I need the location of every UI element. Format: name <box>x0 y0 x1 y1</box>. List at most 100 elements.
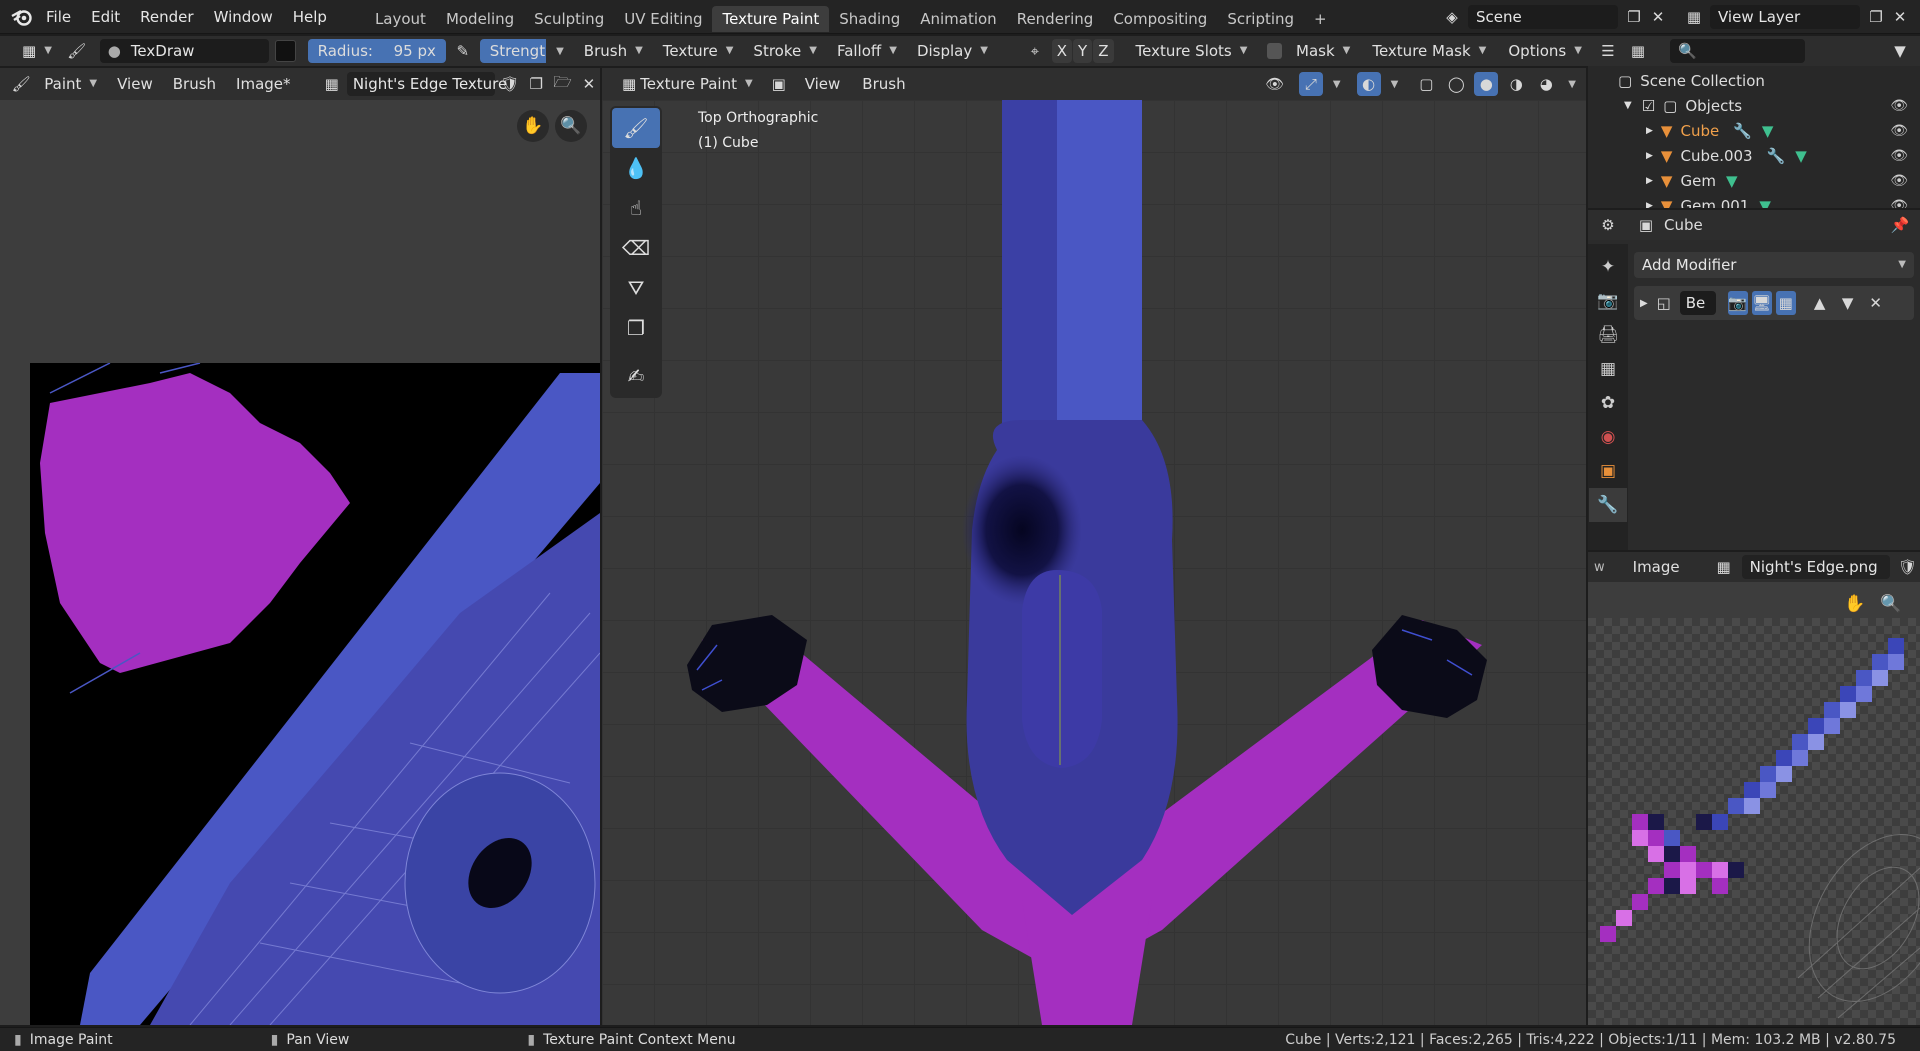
fake-user-icon[interactable]: 🛡 <box>499 72 521 96</box>
editor-type-button[interactable]: ▦ ▼ <box>14 39 60 63</box>
viewport[interactable]: ▦ Texture Paint ▼ ▣ View Brush 👁 ⤢ ▼ ◐ ▼ ▢… <box>602 68 1586 1025</box>
tab-uv-editing[interactable]: UV Editing <box>614 6 712 32</box>
expand-arrow-icon[interactable]: ▶ <box>1646 201 1653 209</box>
wrench-icon[interactable]: 🔧 <box>1589 488 1627 522</box>
chevron-down-icon[interactable]: ▼ <box>556 46 564 57</box>
eye-icon[interactable]: 👁 <box>1890 148 1908 164</box>
annotate-tool-icon[interactable]: ✍ <box>612 356 660 396</box>
pixel-sword-canvas[interactable] <box>1588 618 1920 1025</box>
mode-dropdown[interactable]: ▦ Texture Paint ▼ <box>614 72 761 96</box>
gizmo-icon[interactable]: ⤢ <box>1298 72 1323 96</box>
properties-editor-icon[interactable]: ⚙ <box>1596 213 1620 237</box>
pin-icon[interactable]: 📌 <box>1888 213 1912 237</box>
menu-view[interactable]: View <box>109 72 161 96</box>
display-mode-icon[interactable]: ▦ <box>1626 39 1650 63</box>
solid-shading-icon[interactable]: ● <box>1474 72 1499 96</box>
image-name-field[interactable]: Night's Edge Texture <box>346 72 507 96</box>
modifier-name-field[interactable]: Be <box>1679 291 1716 315</box>
menu-file[interactable]: File <box>36 0 81 34</box>
tab-compositing[interactable]: Compositing <box>1103 6 1217 32</box>
draw-tool-icon[interactable]: 🖌 <box>612 108 660 148</box>
hand-icon[interactable]: ✋ <box>1844 594 1865 614</box>
close-icon[interactable]: ✕ <box>1888 5 1912 29</box>
outliner-item-gem-001[interactable]: ▶ ▼ Gem.001 ▼ 👁 <box>1588 193 1920 209</box>
zoom-icon[interactable]: 🔍 <box>555 110 587 142</box>
tab-rendering[interactable]: Rendering <box>1007 6 1104 32</box>
blender-logo-icon[interactable] <box>8 5 36 29</box>
menu-image[interactable]: Image* <box>228 72 298 96</box>
open-image-icon[interactable]: 🗁 <box>551 72 573 96</box>
brush-name-field[interactable]: ● TexDraw <box>99 39 270 63</box>
paint-mask-icon[interactable]: ▣ <box>767 72 791 96</box>
move-down-icon[interactable]: ▼ <box>1836 291 1860 315</box>
filter-icon[interactable]: ▼ <box>1888 39 1912 63</box>
tree-row-scene-collection[interactable]: ▢ Scene Collection <box>1588 68 1920 93</box>
expand-arrow-icon[interactable]: ▶ <box>1646 126 1653 136</box>
output-tab-icon[interactable]: 🖨 <box>1589 318 1627 352</box>
overlay-icon[interactable]: ◐ <box>1356 72 1381 96</box>
outliner-item-cube[interactable]: ▶ ▼ Cube 🔧 ▼ 👁 <box>1588 118 1920 143</box>
eye-icon[interactable]: 👁 <box>1890 198 1908 209</box>
render-tab-icon[interactable]: 📷 <box>1589 284 1627 318</box>
outliner-item-cube-003[interactable]: ▶ ▼ Cube.003 🔧 ▼ 👁 <box>1588 143 1920 168</box>
menu-edit[interactable]: Edit <box>81 0 130 34</box>
menu-render[interactable]: Render <box>130 0 203 34</box>
add-workspace-button[interactable]: + <box>1304 6 1337 32</box>
texture-slots-dropdown[interactable]: Texture Slots ▼ <box>1128 39 1256 63</box>
world-tab-icon[interactable]: ◉ <box>1589 420 1627 454</box>
outliner-editor-icon[interactable]: ☰ <box>1596 39 1620 63</box>
close-icon[interactable]: ✕ <box>1646 5 1670 29</box>
move-up-icon[interactable]: ▲ <box>1808 291 1832 315</box>
scene-icon[interactable]: ◈ <box>1440 5 1464 29</box>
image-browse-icon[interactable]: ▦ <box>321 72 343 96</box>
view-layer-field[interactable]: View Layer <box>1710 4 1860 29</box>
tab-scripting[interactable]: Scripting <box>1217 6 1304 32</box>
axis-y-toggle[interactable]: Y <box>1073 39 1093 63</box>
menu-view[interactable]: View <box>797 72 849 96</box>
image-name-field[interactable]: Night's Edge.png <box>1741 555 1890 579</box>
fake-user-icon[interactable]: 🛡 <box>1896 555 1920 579</box>
menu-image[interactable]: Image <box>1625 555 1688 579</box>
image-browse-icon[interactable]: ▦ <box>1712 555 1736 579</box>
pressure-icon[interactable]: ✎ <box>452 39 474 63</box>
options-dropdown[interactable]: Options ▼ <box>1500 39 1590 63</box>
menu-window[interactable]: Window <box>204 0 283 34</box>
wireframe-shading-icon[interactable]: ◯ <box>1444 72 1468 96</box>
texture-dropdown[interactable]: Texture ▼ <box>655 39 742 63</box>
menu-brush[interactable]: Brush <box>854 72 913 96</box>
menu-help[interactable]: Help <box>283 0 337 34</box>
tab-sculpting[interactable]: Sculpting <box>524 6 614 32</box>
texture-canvas[interactable] <box>30 363 600 1025</box>
viewport-canvas[interactable]: Top Orthographic (1) Cube 🖌 💧 ☝ ⌫ ⛛ ❐ ✍ <box>602 100 1586 1025</box>
outliner-item-gem[interactable]: ▶ ▼ Gem ▼ 👁 <box>1588 168 1920 193</box>
mask-tool-icon[interactable]: ❐ <box>612 308 660 348</box>
close-icon[interactable]: ✕ <box>1864 291 1888 315</box>
eye-icon[interactable]: 👁 <box>1890 98 1908 114</box>
rendered-shading-icon[interactable]: ◕ <box>1534 72 1558 96</box>
zoom-icon[interactable]: 🔍 <box>1880 594 1901 614</box>
expand-arrow-icon[interactable]: ▶ <box>1640 298 1648 309</box>
paint-mode-dropdown[interactable]: Paint ▼ <box>36 72 105 96</box>
editmode-icon[interactable]: ▦ <box>1775 291 1796 315</box>
camera-icon[interactable]: 📷 <box>1727 291 1748 315</box>
outliner-search-input[interactable]: 🔍 <box>1670 39 1805 63</box>
tab-modeling[interactable]: Modeling <box>436 6 524 32</box>
strength-slider[interactable]: Strength: <box>479 39 547 63</box>
xray-icon[interactable]: ▢ <box>1414 72 1438 96</box>
tree-row-objects[interactable]: ▼ ☑ ▢ Objects 👁 <box>1588 93 1920 118</box>
menu-brush[interactable]: Brush <box>165 72 224 96</box>
stroke-dropdown[interactable]: Stroke ▼ <box>745 39 825 63</box>
visibility-icon[interactable]: 👁 <box>1263 72 1287 96</box>
material-shading-icon[interactable]: ◑ <box>1504 72 1528 96</box>
brush-dropdown[interactable]: Brush ▼ <box>576 39 651 63</box>
checkbox-icon[interactable]: ☑ <box>1642 97 1655 115</box>
brush-color-swatch[interactable] <box>275 40 296 62</box>
symmetry-icon[interactable]: ⌖ <box>1024 39 1046 63</box>
tab-animation[interactable]: Animation <box>910 6 1006 32</box>
monitor-icon[interactable]: 🖥 <box>1751 291 1772 315</box>
tool-tab-icon[interactable]: ✦ <box>1589 250 1627 284</box>
eye-icon[interactable]: 👁 <box>1890 173 1908 189</box>
tab-shading[interactable]: Shading <box>829 6 910 32</box>
paint-brush-icon[interactable]: 🖌 <box>66 39 88 63</box>
eye-icon[interactable]: 👁 <box>1890 123 1908 139</box>
